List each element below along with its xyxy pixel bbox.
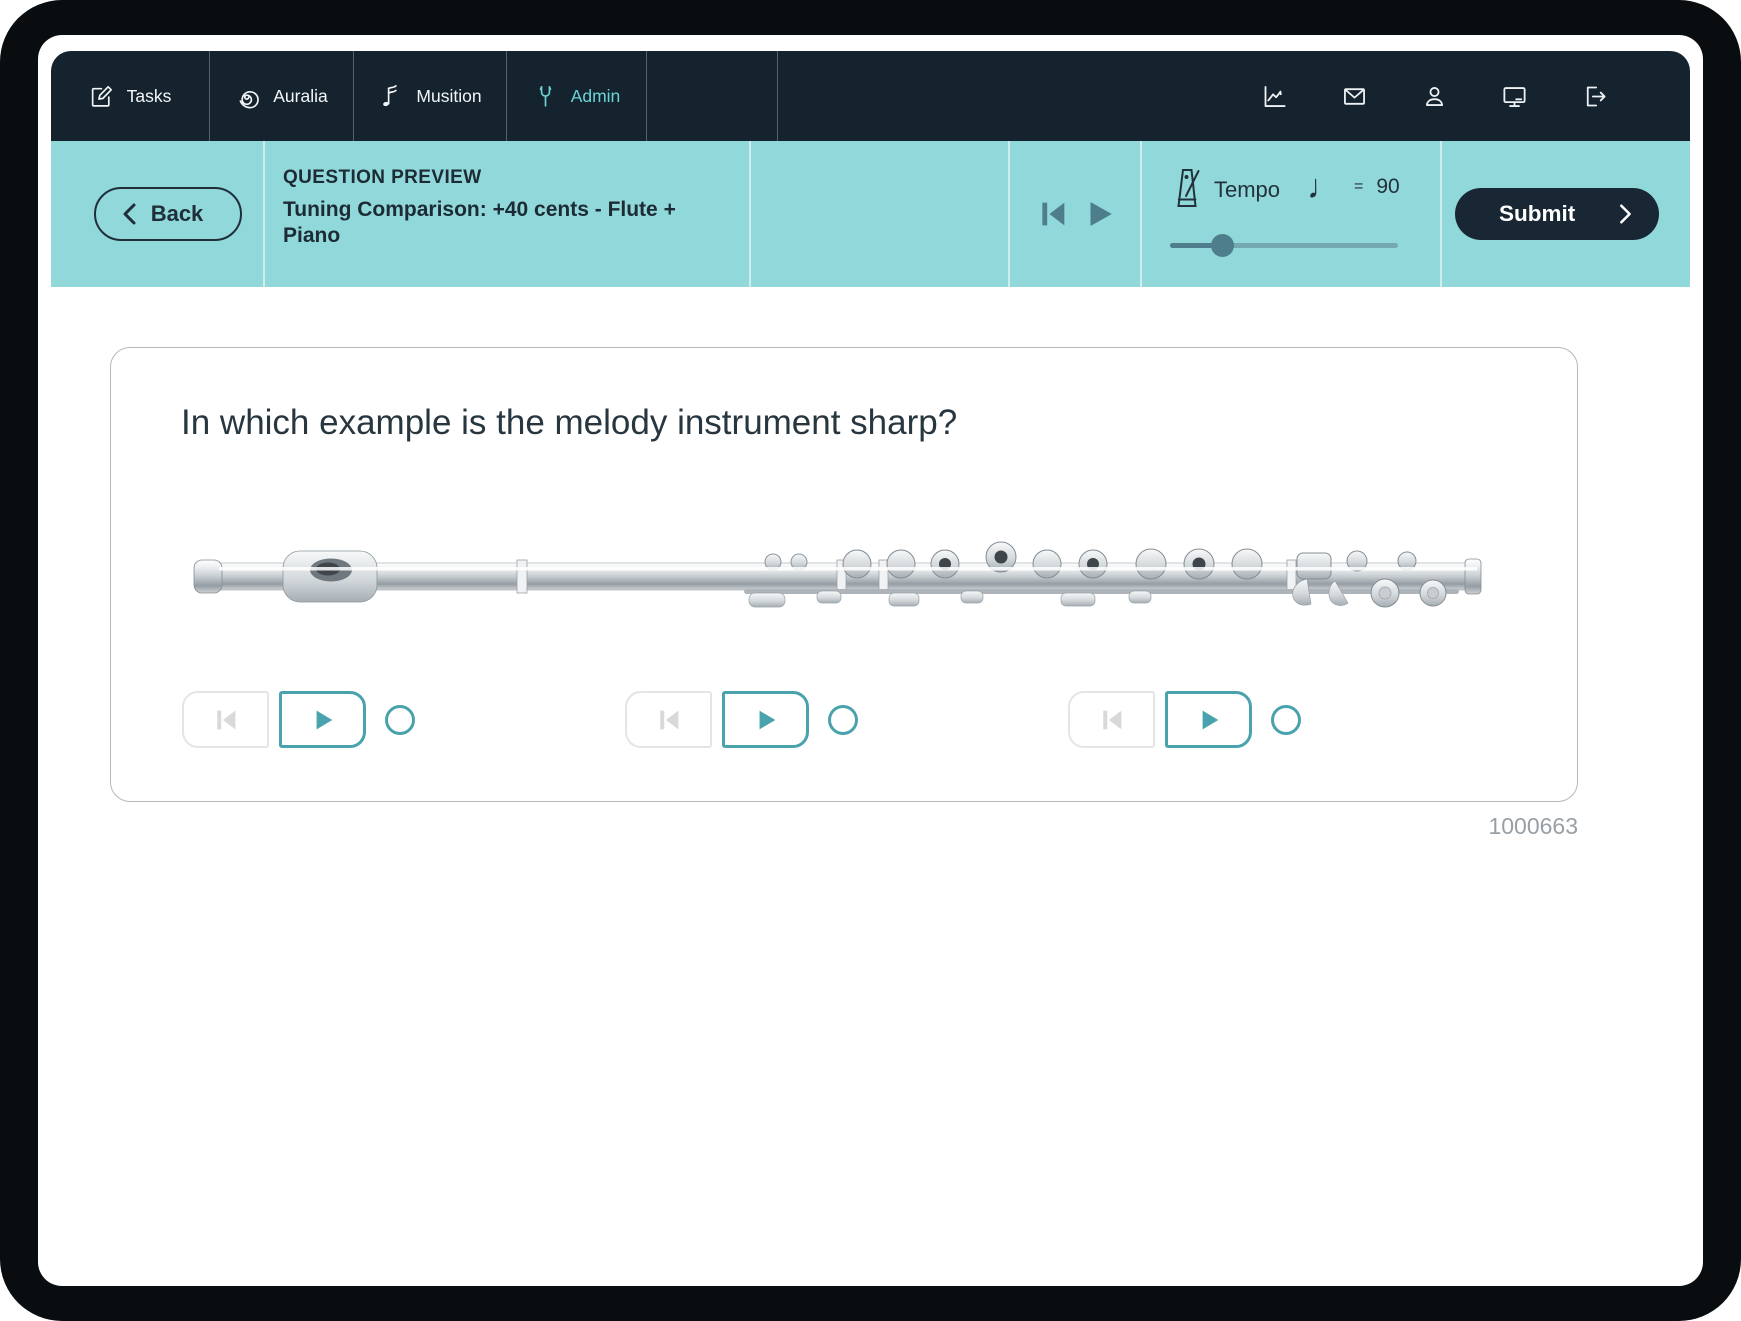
tablet-screen: Tasks Auralia Musition Admin [38,35,1703,1286]
question-toolbar: Back QUESTION PREVIEW Tuning Comparison:… [51,141,1690,287]
logout-icon[interactable] [1581,83,1608,110]
option-2-radio[interactable] [828,705,858,735]
option-3-skip-to-start-button[interactable] [1068,691,1155,748]
back-button-label: Back [140,201,214,227]
toolbar-divider [263,141,265,287]
toolbar-transport-controls [1036,197,1116,231]
skip-to-start-icon [211,705,241,735]
back-button[interactable]: Back [94,187,242,241]
question-preview-block: QUESTION PREVIEW Tuning Comparison: +40 … [283,167,678,248]
option-3-play-button[interactable] [1165,691,1252,748]
quarter-note-icon: ♩ [1307,170,1341,204]
option-3-radio[interactable] [1271,705,1301,735]
nav-spacer [647,51,778,141]
top-nav-bar: Tasks Auralia Musition Admin [51,51,1690,141]
answer-option-2 [625,691,858,748]
tempo-slider-thumb[interactable] [1211,234,1234,257]
toolbar-divider [1008,141,1010,287]
profile-user-icon[interactable] [1421,83,1448,110]
play-icon [309,706,337,734]
admin-wrench-icon [533,84,558,109]
tempo-label: Tempo [1214,177,1280,203]
tempo-value: 90 [1376,175,1399,199]
tasks-edit-icon [89,84,114,109]
submit-button-label: Submit [1499,201,1615,227]
option-2-play-button[interactable] [722,691,809,748]
tab-tasks[interactable]: Tasks [51,51,210,141]
toolbar-divider [1140,141,1142,287]
play-button[interactable] [1082,197,1116,231]
answer-option-1 [182,691,415,748]
tempo-value-group: ♩ = 90 [1307,165,1400,209]
skip-to-start-icon [1097,705,1127,735]
reports-chart-icon[interactable] [1261,83,1288,110]
toolbar-divider [749,141,751,287]
screen-share-icon[interactable] [1501,83,1528,110]
option-1-skip-to-start-button[interactable] [182,691,269,748]
tab-label: Tasks [127,86,172,107]
tempo-equals: = [1354,178,1363,196]
metronome-icon [1171,166,1203,212]
tab-label: Auralia [273,86,327,107]
chevron-right-icon [1615,203,1635,225]
question-card: In which example is the melody instrumen… [110,347,1578,802]
tab-musition[interactable]: Musition [354,51,507,141]
question-name: Tuning Comparison: +40 cents - Flute + P… [283,197,678,248]
tab-admin[interactable]: Admin [507,51,647,141]
section-title: QUESTION PREVIEW [283,167,678,189]
option-2-skip-to-start-button[interactable] [625,691,712,748]
question-id: 1000663 [110,813,1578,840]
play-icon [1195,706,1223,734]
musition-note-icon [378,84,403,109]
tab-auralia[interactable]: Auralia [210,51,354,141]
tab-label: Musition [416,86,481,107]
tempo-slider[interactable] [1170,233,1398,257]
tab-label: Admin [571,86,621,107]
play-icon [752,706,780,734]
answer-option-3 [1068,691,1301,748]
submit-button[interactable]: Submit [1455,188,1659,240]
tablet-frame: Tasks Auralia Musition Admin [0,0,1741,1321]
toolbar-divider [1440,141,1442,287]
option-1-radio[interactable] [385,705,415,735]
question-text: In which example is the melody instrumen… [181,403,957,443]
messages-mail-icon[interactable] [1341,83,1368,110]
skip-to-start-button[interactable] [1036,197,1070,231]
auralia-shell-icon [235,84,260,109]
nav-icon-group [1261,51,1690,141]
skip-to-start-icon [654,705,684,735]
chevron-left-icon [120,202,140,226]
flute-image [189,531,1507,623]
option-1-play-button[interactable] [279,691,366,748]
